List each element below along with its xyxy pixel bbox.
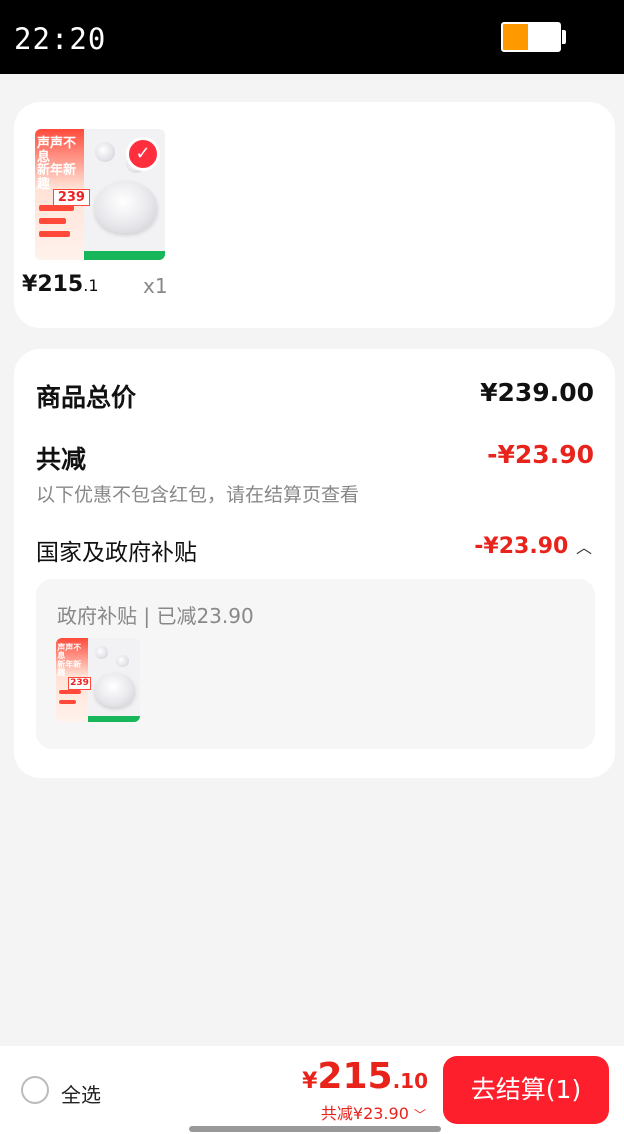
home-indicator[interactable] — [189, 1126, 441, 1132]
product-price-int: 215 — [37, 272, 84, 297]
earbud-image — [94, 646, 108, 660]
thumbnail-price-tag: 239 — [53, 189, 90, 207]
total-reduction-label: 共减 — [36, 445, 87, 474]
status-bar: 22:20 — [0, 0, 624, 74]
product-thumbnail[interactable]: 声声不息 新年新趣 239 ✓ — [35, 129, 165, 260]
product-quantity: x1 — [143, 274, 168, 298]
product-price-symbol: ¥ — [22, 272, 38, 297]
footer-total-int: 215 — [317, 1056, 393, 1097]
reduction-hint: 以下优惠不包含红包，请在结算页查看 — [36, 484, 360, 506]
earbuds-case-image — [94, 673, 135, 708]
footer-discount-text: 共减¥23.90 — [320, 1104, 409, 1123]
footer-total-price: ¥215.10 — [302, 1056, 428, 1097]
thumbnail-promo-bar — [58, 690, 81, 695]
thumbnail-green-banner — [87, 716, 140, 722]
status-time: 22:20 — [14, 22, 107, 56]
footer-total-currency: ¥ — [302, 1069, 318, 1094]
check-icon: ✓ — [126, 136, 160, 171]
subsidy-value[interactable]: -¥23.90 ︿ — [474, 534, 592, 559]
chevron-down-icon: ﹀ — [413, 1108, 426, 1122]
select-all-label[interactable]: 全选 — [61, 1079, 101, 1108]
battery-tip — [562, 30, 566, 44]
select-all-radio[interactable] — [21, 1076, 49, 1104]
earbud-image — [116, 654, 130, 667]
checkout-button[interactable]: 去结算(1) — [443, 1056, 609, 1124]
battery-icon — [501, 22, 561, 52]
thumbnail-promo-title: 声声不息 新年新趣 — [57, 642, 82, 678]
earbud-image — [94, 142, 115, 163]
total-price-value: ¥239.00 — [480, 378, 594, 407]
thumbnail-promo-bar — [38, 231, 70, 238]
subsidy-label[interactable]: 国家及政府补贴 — [36, 533, 197, 567]
subsidy-product-thumbnail: 声声不息 新年新趣 239 — [56, 638, 140, 722]
subsidy-detail-title: 政府补贴 | 已减23.90 — [57, 604, 254, 628]
subsidy-value-text: -¥23.90 — [474, 534, 569, 559]
chevron-up-icon[interactable]: ︿ — [576, 538, 592, 557]
thumbnail-promo-title: 声声不息 新年新趣 — [36, 135, 76, 192]
battery-level — [503, 24, 529, 50]
total-reduction-value: -¥23.90 — [487, 440, 594, 469]
product-price-decimal: .1 — [83, 276, 99, 295]
earbuds-case-image — [94, 181, 157, 234]
thumbnail-promo-bar — [58, 700, 77, 705]
total-price-label: 商品总价 — [36, 383, 137, 412]
thumbnail-promo-bar — [38, 218, 67, 225]
thumbnail-price-tag: 239 — [67, 676, 92, 690]
thumbnail-green-banner — [84, 251, 165, 260]
footer-discount-toggle[interactable]: 共减¥23.90 ﹀ — [321, 1100, 426, 1124]
footer-total-decimal: .10 — [392, 1069, 428, 1093]
product-price: ¥215.1 — [22, 272, 99, 297]
